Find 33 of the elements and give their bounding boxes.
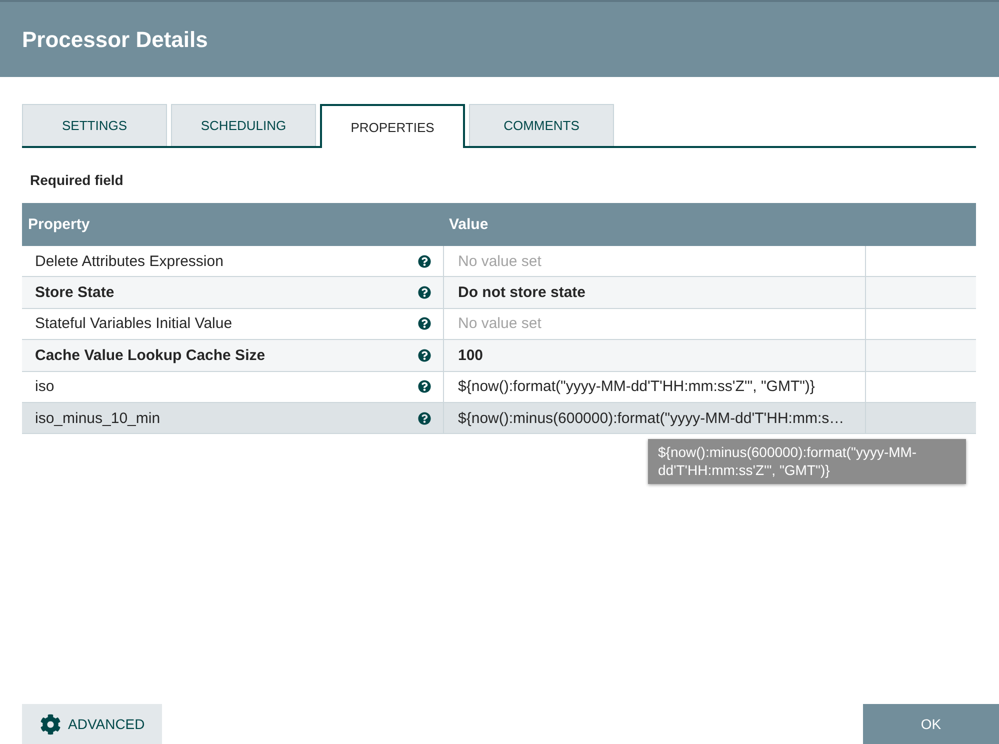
tooltip: ${now():minus(600000):format("yyyy-MM-dd'T'HH:mm:ss'Z'", "GMT")} (648, 439, 966, 484)
table-row[interactable]: iso_minus_10_min ${now():minus(600000):format("yyyy-MM-dd'T'HH:mm:s… (22, 402, 976, 434)
help-icon[interactable] (418, 412, 431, 425)
tab[interactable]: PROPERTIES (320, 104, 465, 148)
value-cell[interactable]: ${now():minus(600000):format("yyyy-MM-dd'T'HH:mm:s… (444, 402, 866, 434)
gear-icon (40, 714, 61, 734)
column-header: Property (27, 215, 91, 235)
table-row[interactable]: Cache Value Lookup Cache Size 100 (22, 340, 976, 372)
table-row[interactable]: Delete Attributes Expression No value set (22, 246, 976, 278)
property-name: iso (35, 378, 54, 396)
help-icon[interactable] (418, 380, 431, 394)
tab[interactable]: SCHEDULING (171, 104, 316, 146)
help-icon[interactable] (418, 254, 431, 268)
property-name: Stateful Variables Initial Value (35, 315, 232, 332)
value-cell[interactable]: ${now():format("yyyy-MM-dd'T'HH:mm:ss'Z'", "GMT")} (444, 372, 866, 402)
table-row[interactable]: Stateful Variables Initial Value No value set (22, 308, 976, 340)
help-icon[interactable] (418, 317, 431, 330)
help-icon[interactable] (418, 348, 431, 362)
help-icon[interactable] (418, 286, 431, 300)
dialog-title: Processor Details (22, 26, 208, 52)
property-name: Store State (35, 284, 114, 302)
advanced-button[interactable]: ADVANCED (22, 704, 162, 744)
table-row[interactable]: iso ${now():format("yyyy-MM-dd'T'HH:mm:ss'Z'", "GMT")} (22, 372, 976, 403)
property-name: Cache Value Lookup Cache Size (35, 346, 266, 364)
tab[interactable]: SETTINGS (22, 104, 167, 146)
property-name: Delete Attributes Expression (35, 252, 224, 270)
column-header: Value (448, 215, 490, 235)
required-field-note: Required field (29, 172, 124, 188)
property-name: iso_minus_10_min (35, 410, 160, 427)
value-cell[interactable]: 100 (444, 340, 866, 371)
tab[interactable]: COMMENTS (469, 104, 614, 146)
table-row[interactable]: Store State Do not store state (22, 277, 976, 309)
value-cell[interactable]: Do not store state (444, 277, 866, 308)
